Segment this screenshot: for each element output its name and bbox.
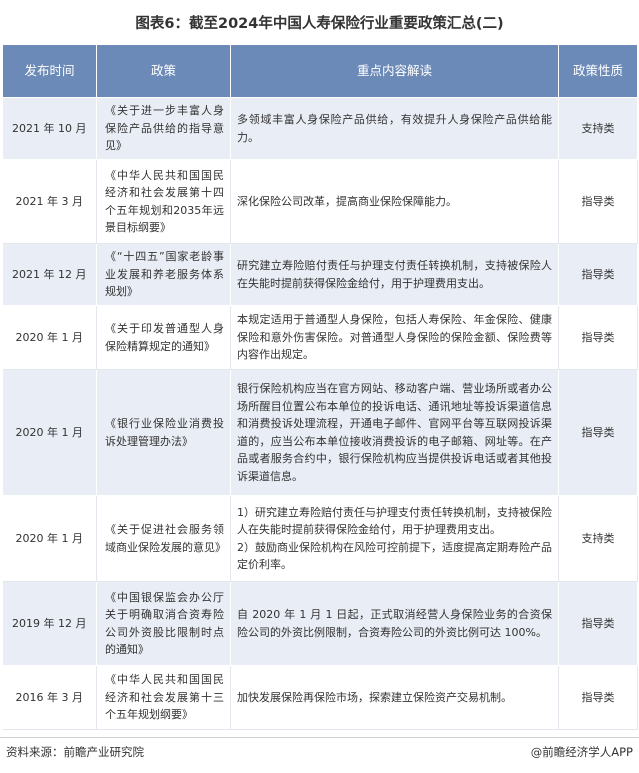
- table-row: 2020 年 1 月《关于促进社会服务领域商业保险发展的意见》 1）研究建立寿险赔…: [2, 495, 638, 582]
- row-nature: 指导类: [558, 665, 638, 730]
- header-nature: 政策性质: [558, 44, 638, 98]
- row-nature: 支持类: [558, 495, 638, 582]
- row-nature: 指导类: [558, 581, 638, 666]
- footer-divider: [0, 737, 639, 738]
- table-row: 2016 年 3 月《中华人民共和国国民经济和社会发展第十三个五年规划纲要》 加快…: [2, 665, 638, 730]
- row-content-paragraph: 加快发展保险再保险市场，探索建立保险资产交易机制。: [237, 690, 512, 704]
- row-date: 2020 年 1 月: [2, 369, 97, 496]
- row-nature: 指导类: [558, 305, 638, 370]
- row-policy: 《关于促进社会服务领域商业保险发展的意见》: [96, 495, 231, 582]
- row-nature: 指导类: [558, 243, 638, 306]
- header-policy: 政策: [96, 44, 231, 98]
- row-content-paragraph: 本规定适用于普通型人身保险，包括人寿保险、年金保险、健康保险和意外伤害保险。对普…: [237, 313, 552, 362]
- row-content: 加快发展保险再保险市场，探索建立保险资产交易机制。: [230, 665, 559, 730]
- row-content: 深化保险公司改革，提高商业保险保障能力。: [230, 159, 559, 244]
- header-content: 重点内容解读: [230, 44, 559, 98]
- header-date: 发布时间: [2, 44, 97, 98]
- row-date: 2020 年 1 月: [2, 495, 97, 582]
- row-date: 2016 年 3 月: [2, 665, 97, 730]
- row-content-paragraph: 1）研究建立寿险赔付责任与护理支付责任转换机制，支持被保险人在失能时提前获得保险…: [237, 505, 552, 537]
- row-content-paragraph: 2）鼓励商业保险机构在风险可控前提下，适度提高定期寿险产品定价利率。: [237, 540, 552, 572]
- table-header-row: 发布时间 政策 重点内容解读 政策性质: [2, 44, 638, 98]
- row-date: 2019 年 12 月: [2, 581, 97, 666]
- table-row: 2020 年 1 月《关于印发普通型人身保险精算规定的通知》 本规定适用于普通型人…: [2, 305, 638, 370]
- row-nature: 指导类: [558, 369, 638, 496]
- row-content: 多领域丰富人身保险产品供给，有效提升人身保险产品供给能力。: [230, 97, 559, 160]
- row-content: 本规定适用于普通型人身保险，包括人寿保险、年金保险、健康保险和意外伤害保险。对普…: [230, 305, 559, 370]
- brand-credit: @前瞻经济学人APP: [530, 745, 633, 759]
- row-policy: 《中华人民共和国国民经济和社会发展第十三个五年规划纲要》: [96, 665, 231, 730]
- policy-table: 发布时间 政策 重点内容解读 政策性质 2021 年 10 月《关于进一步丰富人…: [2, 44, 638, 730]
- chart-title: 图表6：截至2024年中国人寿保险行业重要政策汇总(二): [135, 15, 504, 32]
- row-date: 2020 年 1 月: [2, 305, 97, 370]
- table-row: 2021 年 3 月《中华人民共和国国民经济和社会发展第十四个五年规划和2035…: [2, 159, 638, 244]
- row-content: 研究建立寿险赔付责任与护理支付责任转换机制，支持被保险人在失能时提前获得保险金给…: [230, 243, 559, 306]
- table-row: 2021 年 12 月《“十四五”国家老龄事业发展和养老服务体系规划》 研究建立寿…: [2, 243, 638, 306]
- row-content: 自 2020 年 1 月 1 日起，正式取消经营人身保险业务的合资保险公司的外资…: [230, 581, 559, 666]
- row-content: 银行保险机构应当在官方网站、移动客户端、营业场所或者办公场所醒目位置公布本单位的…: [230, 369, 559, 496]
- row-content-paragraph: 多领域丰富人身保险产品供给，有效提升人身保险产品供给能力。: [237, 113, 552, 144]
- table-row: 2021 年 10 月《关于进一步丰富人身保险产品供给的指导意见》 多领域丰富人身…: [2, 97, 638, 160]
- row-content-paragraph: 银行保险机构应当在官方网站、移动客户端、营业场所或者办公场所醒目位置公布本单位的…: [237, 382, 552, 483]
- row-policy: 《中华人民共和国国民经济和社会发展第十四个五年规划和2035年远景目标纲要》: [96, 159, 231, 244]
- row-policy: 《关于进一步丰富人身保险产品供给的指导意见》: [96, 97, 231, 160]
- row-policy: 《“十四五”国家老龄事业发展和养老服务体系规划》: [96, 243, 231, 306]
- table-row: 2019 年 12 月《中国银保监会办公厅关于明确取消合资寿险公司外资股比限制时…: [2, 581, 638, 666]
- row-content: 1）研究建立寿险赔付责任与护理支付责任转换机制，支持被保险人在失能时提前获得保险…: [230, 495, 559, 582]
- row-date: 2021 年 12 月: [2, 243, 97, 306]
- row-date: 2021 年 3 月: [2, 159, 97, 244]
- row-content-paragraph: 深化保险公司改革，提高商业保险保障能力。: [237, 194, 457, 208]
- table-row: 2020 年 1 月《银行业保险业消费投诉处理管理办法》 银行保险机构应当在官方网…: [2, 369, 638, 496]
- row-content-paragraph: 自 2020 年 1 月 1 日起，正式取消经营人身保险业务的合资保险公司的外资…: [237, 608, 552, 639]
- row-policy: 《关于印发普通型人身保险精算规定的通知》: [96, 305, 231, 370]
- row-policy: 《银行业保险业消费投诉处理管理办法》: [96, 369, 231, 496]
- row-date: 2021 年 10 月: [2, 97, 97, 160]
- row-policy: 《中国银保监会办公厅关于明确取消合资寿险公司外资股比限制时点的通知》: [96, 581, 231, 666]
- row-nature: 指导类: [558, 159, 638, 244]
- row-content-paragraph: 研究建立寿险赔付责任与护理支付责任转换机制，支持被保险人在失能时提前获得保险金给…: [237, 259, 552, 290]
- source-note: 资料来源：前瞻产业研究院: [6, 745, 144, 759]
- row-nature: 支持类: [558, 97, 638, 160]
